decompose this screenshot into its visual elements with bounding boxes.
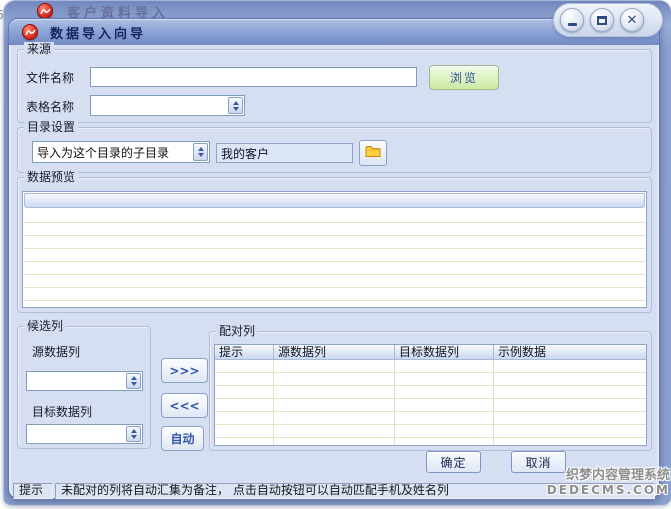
auto-match-button[interactable]: 自动: [161, 426, 204, 451]
target-column-select[interactable]: [26, 424, 143, 444]
browse-button-label: 浏览: [450, 69, 478, 86]
watermark-line1: 织梦内容管理系统: [547, 468, 670, 483]
group-directory: 目录设置 导入为这个目录的子目录 我的客户: [17, 127, 652, 173]
source-column-label: 源数据列: [32, 343, 80, 360]
auto-match-label: 自动: [170, 430, 194, 447]
import-mode-select[interactable]: 导入为这个目录的子目录: [32, 141, 210, 163]
group-source-label: 来源: [24, 42, 54, 56]
sheet-name-label: 表格名称: [26, 98, 74, 115]
dropdown-stepper-icon[interactable]: [126, 373, 141, 389]
watermark: 织梦内容管理系统 DEDECMS.COM: [547, 468, 670, 498]
dropdown-stepper-icon[interactable]: [193, 143, 208, 161]
group-candidates-label: 候选列: [24, 319, 66, 333]
move-left-button[interactable]: <<<: [161, 393, 208, 418]
pairs-table-body: [215, 360, 646, 445]
app-logo-icon: [37, 3, 53, 19]
status-bar-label: 提示: [13, 483, 53, 499]
pairs-header-source[interactable]: 源数据列: [274, 345, 395, 360]
target-directory-value: 我的客户: [221, 147, 269, 161]
source-column-select[interactable]: [26, 371, 143, 391]
pairs-header-sample[interactable]: 示例数据: [494, 345, 646, 360]
folder-icon: [365, 145, 381, 161]
dropdown-stepper-icon[interactable]: [126, 426, 141, 442]
move-left-label: <<<: [169, 399, 199, 413]
ok-button[interactable]: 确定: [426, 451, 481, 473]
group-preview-label: 数据预览: [24, 170, 78, 184]
close-icon: ✕: [627, 14, 638, 27]
column-divider: [493, 360, 494, 445]
screen: 6020 客户资料导入 数据导入向导 来源 文件名称 浏览 表格名称: [0, 0, 671, 509]
group-source: 来源 文件名称 浏览 表格名称: [17, 49, 652, 123]
preview-grid-body: [24, 210, 645, 306]
dialog-app-icon: [22, 24, 38, 40]
close-button[interactable]: ✕: [620, 8, 644, 32]
pairs-header-hint[interactable]: 提示: [215, 345, 274, 360]
group-pairs: 配对列 提示 源数据列 目标数据列 示例数据: [209, 331, 652, 451]
move-right-button[interactable]: >>>: [161, 358, 208, 383]
group-preview: 数据预览: [17, 177, 652, 313]
ok-button-label: 确定: [440, 454, 466, 471]
file-name-label: 文件名称: [26, 69, 74, 86]
pairs-header-target[interactable]: 目标数据列: [395, 345, 494, 360]
group-pairs-label: 配对列: [216, 324, 258, 338]
preview-grid[interactable]: [22, 191, 647, 308]
minimize-icon: [568, 23, 577, 26]
column-divider: [273, 360, 274, 445]
dialog-title: 数据导入向导: [50, 23, 146, 42]
pairs-table-header: 提示 源数据列 目标数据列 示例数据: [215, 345, 646, 360]
import-mode-value: 导入为这个目录的子目录: [33, 144, 192, 161]
column-divider: [394, 360, 395, 445]
choose-folder-button[interactable]: [359, 140, 387, 166]
pairs-table[interactable]: 提示 源数据列 目标数据列 示例数据: [214, 344, 647, 446]
preview-grid-header: [24, 193, 645, 208]
window-controls: ✕: [553, 3, 663, 37]
dropdown-stepper-icon[interactable]: [228, 97, 243, 114]
maximize-button[interactable]: [590, 8, 614, 32]
target-column-label: 目标数据列: [32, 403, 92, 420]
file-name-input[interactable]: [90, 67, 417, 87]
minimize-button[interactable]: [560, 8, 584, 32]
import-wizard-dialog: 数据导入向导 来源 文件名称 浏览 表格名称 目录设置 导入为这个目录的子目录: [8, 18, 660, 499]
group-directory-label: 目录设置: [24, 120, 78, 134]
maximize-icon: [597, 16, 607, 25]
browse-button[interactable]: 浏览: [429, 65, 499, 90]
target-directory-field: 我的客户: [216, 143, 353, 163]
watermark-line2: DEDECMS.COM: [547, 483, 670, 498]
group-candidates: 候选列 源数据列 目标数据列: [17, 326, 151, 449]
move-right-label: >>>: [169, 364, 199, 378]
sheet-name-select[interactable]: [90, 95, 245, 116]
